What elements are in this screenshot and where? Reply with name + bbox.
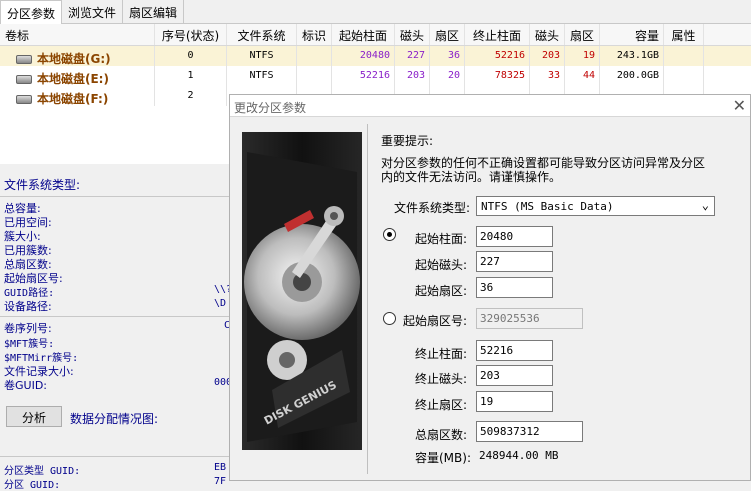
fs-type-select[interactable]: NTFS (MS Basic Data) ⌄	[476, 196, 715, 216]
col-end-head[interactable]: 磁头	[530, 24, 565, 45]
end-sector-input[interactable]: 19	[476, 391, 553, 412]
end-cyl-label: 终止柱面:	[415, 347, 468, 361]
col-capacity[interactable]: 容量	[600, 24, 664, 45]
cell-start-cyl: 52216	[332, 66, 395, 86]
tab-browse-files[interactable]: 浏览文件	[62, 0, 124, 24]
cell-fs: NTFS	[227, 66, 297, 86]
cell-flag	[297, 46, 332, 66]
col-start-head[interactable]: 磁头	[395, 24, 430, 45]
col-fs[interactable]: 文件系统	[227, 24, 297, 45]
table-header: 卷标 序号(状态) 文件系统 标识 起始柱面 磁头 扇区 终止柱面 磁头 扇区 …	[0, 24, 751, 46]
fs-type-label: 文件系统类型:	[394, 201, 471, 215]
cell-attr	[664, 66, 704, 86]
start-sector-label: 起始扇区:	[415, 284, 468, 298]
end-head-input[interactable]: 203	[476, 365, 553, 386]
start-head-label: 起始磁头:	[415, 258, 468, 272]
start-sector-input[interactable]: 36	[476, 277, 553, 298]
analyze-button[interactable]: 分析	[6, 406, 62, 427]
mft-cluster-label: $MFT簇号:	[4, 339, 55, 350]
cell-fs: NTFS	[227, 46, 297, 66]
volume-serial-label: 卷序列号:	[4, 322, 52, 335]
col-flag[interactable]: 标识	[297, 24, 332, 45]
dialog-title: 更改分区参数	[234, 101, 307, 115]
cell-flag	[297, 66, 332, 86]
mftmirr-cluster-label: $MFTMirr簇号:	[4, 353, 79, 364]
guid-path-label: GUID路径:	[4, 288, 55, 299]
total-sectors-input[interactable]: 509837312	[476, 421, 583, 442]
cell-end-head: 33	[530, 66, 565, 86]
chevron-down-icon: ⌄	[701, 198, 709, 212]
cell-start-sector: 20	[430, 66, 465, 86]
volume-name: 本地磁盘(G:)	[37, 52, 111, 66]
volume-name: 本地磁盘(F:)	[37, 92, 109, 106]
partition-info-panel: 文件系统类型: 总容量: 已用空间: 簇大小: 已用簇数: 总扇区数: 起始扇区…	[0, 164, 232, 491]
start-head-input[interactable]: 227	[476, 251, 553, 272]
start-lba-input[interactable]: 329025536	[476, 308, 583, 329]
start-cyl-input[interactable]: 20480	[476, 226, 553, 247]
table-row[interactable]: 本地磁盘(G:) 0 NTFS 20480 227 36 52216 203 1…	[0, 46, 751, 66]
end-cyl-input[interactable]: 52216	[476, 340, 553, 361]
col-end-cyl[interactable]: 终止柱面	[465, 24, 530, 45]
col-start-cyl[interactable]: 起始柱面	[332, 24, 395, 45]
tab-sector-editor[interactable]: 扇区编辑	[123, 0, 185, 24]
partition-guid-value: 7F	[214, 476, 227, 487]
tab-bar: 分区参数 浏览文件 扇区编辑	[0, 0, 751, 24]
partition-type-guid-label: 分区类型 GUID:	[4, 466, 81, 477]
disk-icon	[16, 55, 32, 64]
fs-type-label: 文件系统类型:	[4, 178, 81, 192]
partition-guid-label: 分区 GUID:	[4, 480, 61, 491]
total-sectors-label: 总扇区数:	[415, 428, 468, 442]
cell-end-cyl: 78325	[465, 66, 530, 86]
cell-end-cyl: 52216	[465, 46, 530, 66]
disk-genius-image: DISK GENIUS	[242, 132, 362, 450]
cell-start-sector: 36	[430, 46, 465, 66]
tab-partition-params[interactable]: 分区参数	[0, 0, 63, 24]
close-icon[interactable]: ✕	[733, 96, 746, 115]
important-label: 重要提示:	[381, 134, 434, 148]
partition-type-guid-value: EB	[214, 462, 227, 473]
end-head-label: 终止磁头:	[415, 372, 468, 386]
cell-capacity: 243.1GB	[600, 46, 664, 66]
table-row[interactable]: 本地磁盘(E:) 1 NTFS 52216 203 20 78325 33 44…	[0, 66, 751, 86]
cell-index: 1	[155, 66, 227, 86]
volume-name: 本地磁盘(E:)	[37, 72, 109, 86]
end-sector-label: 终止扇区:	[415, 398, 468, 412]
warning-line-2: 内的文件无法访问。请谨慎操作。	[381, 170, 562, 184]
fs-type-value: NTFS (MS Basic Data)	[481, 200, 614, 213]
capacity-label: 容量(MB):	[415, 451, 471, 465]
cell-end-sector: 44	[565, 66, 600, 86]
device-path-label: 设备路径:	[4, 300, 52, 313]
volume-guid-label: 卷GUID:	[4, 379, 47, 392]
col-volume-label[interactable]: 卷标	[0, 24, 155, 45]
cell-start-head: 203	[395, 66, 430, 86]
modify-partition-dialog: 更改分区参数 ✕ DISK GENIUS 重要提示: 对分区参数的任何不正确设置…	[229, 94, 751, 481]
disk-icon	[16, 75, 32, 84]
disk-icon	[16, 95, 32, 104]
col-attr[interactable]: 属性	[664, 24, 704, 45]
cell-capacity: 200.0GB	[600, 66, 664, 86]
cell-end-head: 203	[530, 46, 565, 66]
col-index[interactable]: 序号(状态)	[155, 24, 227, 45]
lba-mode-radio[interactable]	[383, 312, 396, 325]
capacity-value: 248944.00 MB	[479, 449, 559, 462]
cell-start-cyl: 20480	[332, 46, 395, 66]
cell-index: 2	[155, 86, 227, 106]
cell-start-head: 227	[395, 46, 430, 66]
cell-index: 0	[155, 46, 227, 66]
start-lba-label: 起始扇区号:	[403, 314, 468, 328]
device-path-value: \D	[214, 298, 227, 309]
chs-mode-radio[interactable]	[383, 228, 396, 241]
col-end-sector[interactable]: 扇区	[565, 24, 600, 45]
cell-end-sector: 19	[565, 46, 600, 66]
dialog-titlebar: 更改分区参数 ✕	[230, 95, 750, 117]
data-allocation-label: 数据分配情况图:	[70, 412, 159, 426]
hard-drive-illustration: DISK GENIUS	[242, 132, 362, 450]
col-start-sector[interactable]: 扇区	[430, 24, 465, 45]
start-cyl-label: 起始柱面:	[415, 232, 468, 246]
cell-attr	[664, 46, 704, 66]
